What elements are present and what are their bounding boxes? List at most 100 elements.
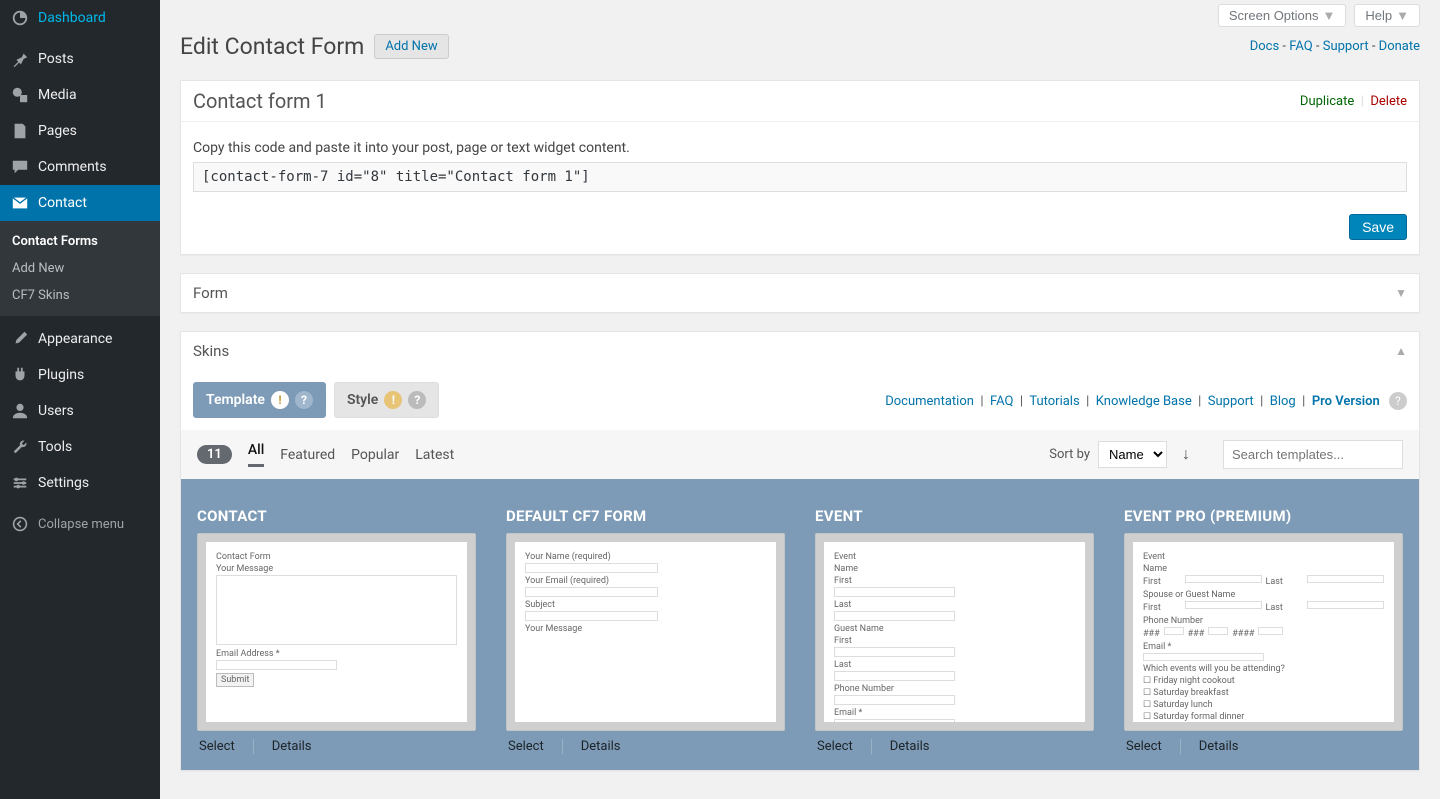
- screen-options-button[interactable]: Screen Options ▼: [1218, 4, 1346, 27]
- submenu-item-add-new[interactable]: Add New: [0, 255, 160, 282]
- filter-all[interactable]: All: [248, 442, 264, 467]
- sidebar-item-dashboard[interactable]: Dashboard: [0, 0, 160, 36]
- sidebar-item-label: Dashboard: [38, 10, 106, 26]
- link-tutorials[interactable]: Tutorials: [1029, 394, 1079, 409]
- skins-panel: Template ! ? Style ! ? Documentation | F…: [180, 370, 1420, 771]
- template-filter-bar: 11 All Featured Popular Latest Sort by N…: [181, 430, 1419, 479]
- link-documentation[interactable]: Documentation: [885, 394, 974, 409]
- page-title: Edit Contact Form: [180, 33, 364, 60]
- card-title: DEFAULT CF7 FORM: [506, 507, 785, 525]
- link-faq[interactable]: FAQ: [1289, 39, 1312, 54]
- page-heading-row: Edit Contact Form Add New Docs - FAQ - S…: [180, 33, 1420, 60]
- link-support[interactable]: Support: [1208, 394, 1254, 409]
- section-skins-label: Skins: [193, 342, 229, 360]
- delete-link[interactable]: Delete: [1370, 94, 1407, 109]
- sidebar-item-label: Settings: [38, 475, 89, 491]
- card-select[interactable]: Select: [199, 739, 235, 754]
- card-details[interactable]: Details: [562, 739, 621, 754]
- template-thumbnail[interactable]: Event Name FirstLast Spouse or Guest Nam…: [1124, 533, 1403, 731]
- form-name: Contact form 1: [193, 89, 327, 113]
- collapse-label: Collapse menu: [38, 517, 124, 532]
- link-docs[interactable]: Docs: [1250, 39, 1279, 54]
- sidebar-item-appearance[interactable]: Appearance: [0, 321, 160, 357]
- brush-icon: [10, 329, 30, 349]
- filter-latest[interactable]: Latest: [415, 447, 454, 463]
- template-card-event-pro: EVENT PRO (PREMIUM) Event Name FirstLast…: [1124, 507, 1403, 754]
- card-title: EVENT: [815, 507, 1094, 525]
- link-support[interactable]: Support: [1323, 39, 1369, 54]
- submenu-item-cf7-skins[interactable]: CF7 Skins: [0, 282, 160, 309]
- tab-label: Template: [206, 392, 265, 408]
- chevron-down-icon: ▼: [1396, 8, 1409, 23]
- card-select[interactable]: Select: [817, 739, 853, 754]
- add-new-button[interactable]: Add New: [374, 34, 448, 59]
- section-form-label: Form: [193, 284, 228, 302]
- search-templates-input[interactable]: [1223, 440, 1403, 469]
- sidebar-item-label: Contact: [38, 195, 87, 211]
- sidebar-item-contact[interactable]: Contact: [0, 185, 160, 221]
- filter-popular[interactable]: Popular: [351, 447, 399, 463]
- submenu-item-contact-forms[interactable]: Contact Forms: [0, 228, 160, 255]
- help-icon[interactable]: ?: [1389, 392, 1407, 410]
- duplicate-link[interactable]: Duplicate: [1300, 94, 1354, 109]
- card-select[interactable]: Select: [1126, 739, 1162, 754]
- sidebar-item-label: Plugins: [38, 367, 84, 383]
- notice-icon: !: [384, 391, 402, 409]
- sidebar-item-label: Appearance: [38, 331, 112, 347]
- help-icon[interactable]: ?: [295, 391, 313, 409]
- sidebar-item-posts[interactable]: Posts: [0, 41, 160, 77]
- sidebar-item-tools[interactable]: Tools: [0, 429, 160, 465]
- sidebar-item-label: Comments: [38, 159, 107, 175]
- chevron-up-icon: ▲: [1395, 344, 1407, 358]
- shortcode-field[interactable]: [193, 162, 1407, 192]
- link-faq[interactable]: FAQ: [990, 394, 1013, 409]
- section-form-toggle[interactable]: Form ▼: [180, 273, 1420, 313]
- link-knowledge-base[interactable]: Knowledge Base: [1096, 394, 1192, 409]
- tab-template[interactable]: Template ! ?: [193, 382, 326, 418]
- collapse-menu-button[interactable]: Collapse menu: [0, 506, 160, 542]
- template-thumbnail[interactable]: Event NameFirst Last Guest NameFirst Las…: [815, 533, 1094, 731]
- skins-help-links: Documentation | FAQ | Tutorials | Knowle…: [885, 378, 1407, 410]
- card-title: CONTACT: [197, 507, 476, 525]
- sidebar-item-label: Pages: [38, 123, 77, 139]
- link-donate[interactable]: Donate: [1379, 39, 1420, 54]
- sidebar-item-pages[interactable]: Pages: [0, 113, 160, 149]
- help-icon[interactable]: ?: [408, 391, 426, 409]
- sidebar-item-media[interactable]: Media: [0, 77, 160, 113]
- collapse-icon: [10, 514, 30, 534]
- link-blog[interactable]: Blog: [1270, 394, 1296, 409]
- sidebar-item-label: Posts: [38, 51, 74, 67]
- notice-icon: !: [271, 391, 289, 409]
- tab-style[interactable]: Style ! ?: [334, 382, 439, 418]
- admin-sidebar: Dashboard Posts Media Pages Comments Con…: [0, 0, 160, 799]
- dashboard-icon: [10, 8, 30, 28]
- card-details[interactable]: Details: [253, 739, 312, 754]
- card-details[interactable]: Details: [871, 739, 930, 754]
- help-button[interactable]: Help ▼: [1354, 4, 1420, 27]
- media-icon: [10, 85, 30, 105]
- sidebar-item-users[interactable]: Users: [0, 393, 160, 429]
- template-thumbnail[interactable]: Your Name (required) Your Email (require…: [506, 533, 785, 731]
- sort-by-label: Sort by: [1049, 447, 1090, 462]
- card-select[interactable]: Select: [508, 739, 544, 754]
- sort-select[interactable]: Name: [1098, 441, 1167, 468]
- sidebar-item-comments[interactable]: Comments: [0, 149, 160, 185]
- wrench-icon: [10, 437, 30, 457]
- card-details[interactable]: Details: [1180, 739, 1239, 754]
- filter-featured[interactable]: Featured: [280, 447, 335, 463]
- template-card-event: EVENT Event NameFirst Last Guest NameFir…: [815, 507, 1094, 754]
- template-card-default-cf7: DEFAULT CF7 FORM Your Name (required) Yo…: [506, 507, 785, 754]
- screen-meta-links: Screen Options ▼ Help ▼: [180, 4, 1420, 27]
- save-button[interactable]: Save: [1349, 214, 1407, 240]
- sidebar-item-label: Tools: [38, 439, 72, 455]
- sidebar-item-settings[interactable]: Settings: [0, 465, 160, 501]
- template-thumbnail[interactable]: Contact Form Your Message Email Address …: [197, 533, 476, 731]
- mail-icon: [10, 193, 30, 213]
- card-title: EVENT PRO (PREMIUM): [1124, 507, 1403, 525]
- template-count: 11: [197, 445, 232, 464]
- link-pro-version[interactable]: Pro Version: [1312, 394, 1380, 409]
- sort-direction-button[interactable]: ↓: [1175, 444, 1197, 466]
- sidebar-item-plugins[interactable]: Plugins: [0, 357, 160, 393]
- section-skins-toggle[interactable]: Skins ▲: [180, 331, 1420, 370]
- sidebar-item-label: Media: [38, 87, 77, 103]
